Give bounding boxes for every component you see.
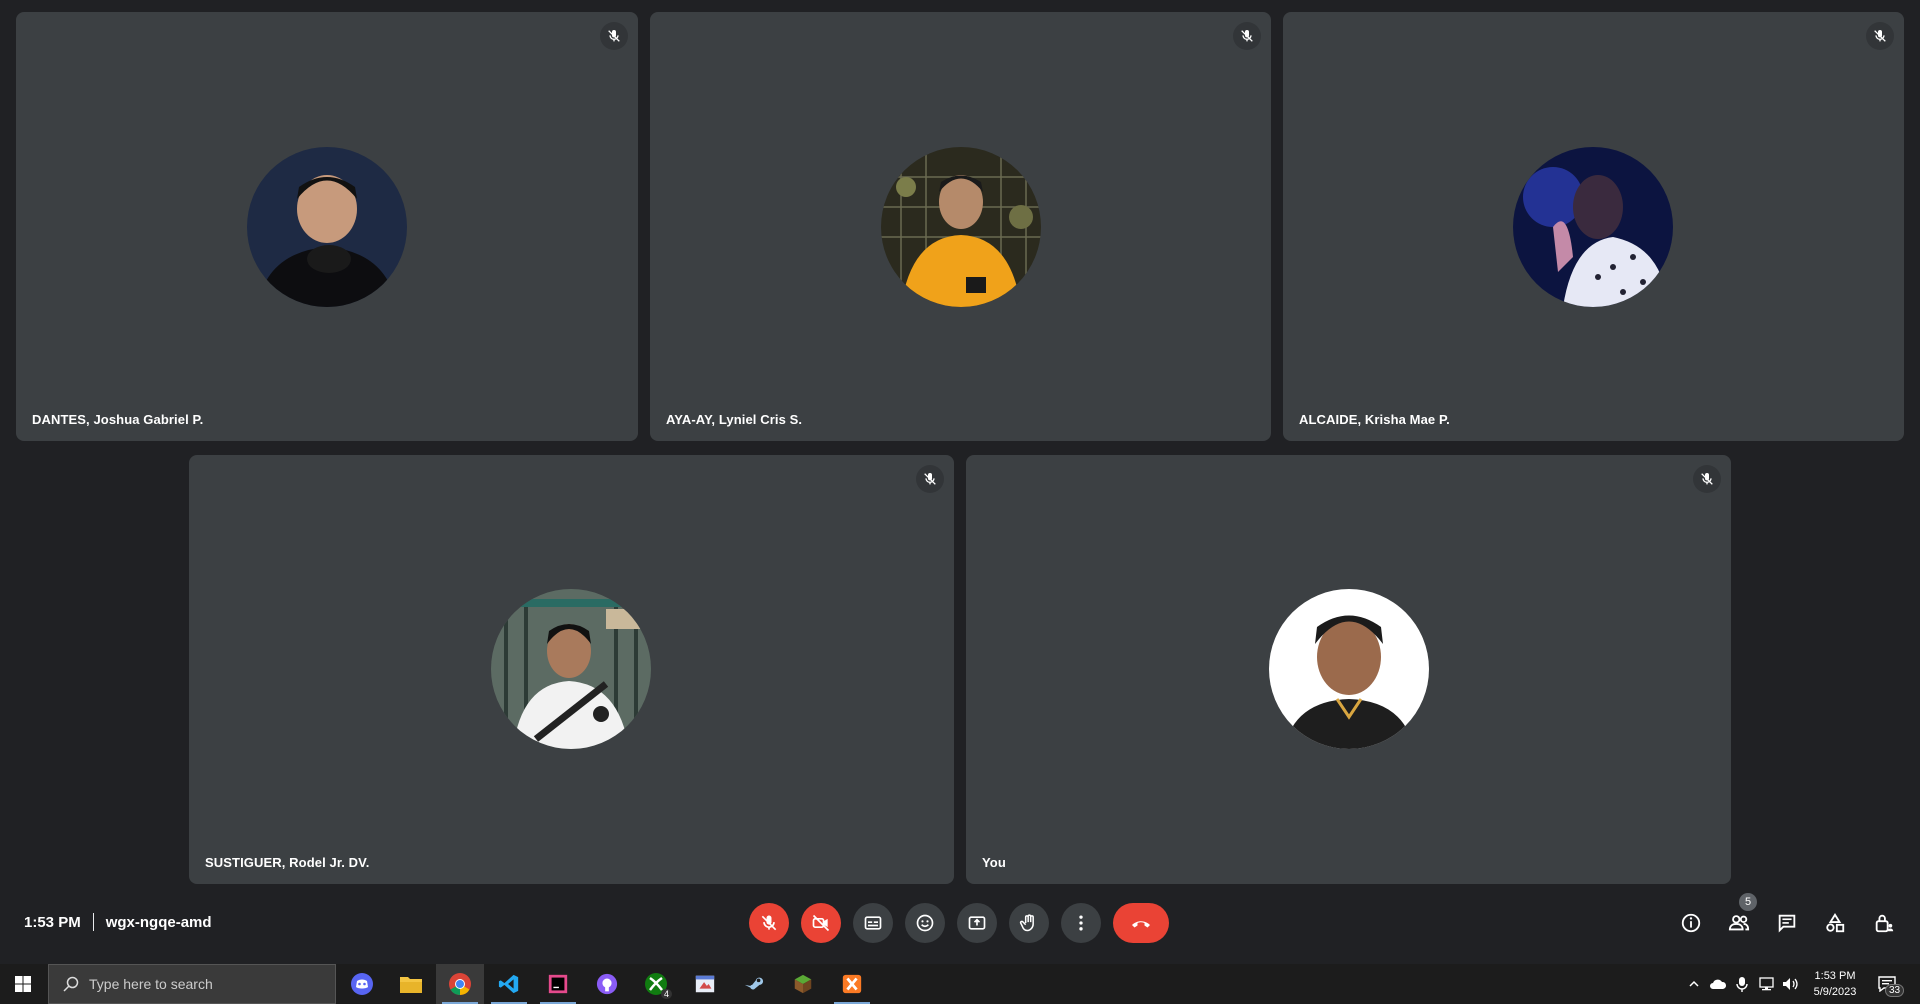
participant-tile-self[interactable]: You — [966, 455, 1731, 884]
activities-shapes-icon — [1826, 913, 1845, 933]
clock-time: 1:53 PM — [1814, 970, 1856, 982]
mic-off-icon — [1233, 22, 1261, 50]
participant-name: ALCAIDE, Krisha Mae P. — [1299, 412, 1450, 427]
vscode-icon — [498, 974, 519, 994]
taskbar-clock[interactable]: 1:53 PM 5/9/2023 — [1800, 968, 1870, 1000]
participant-tile[interactable]: DANTES, Joshua Gabriel P. — [16, 12, 638, 441]
clock-date: 5/9/2023 — [1813, 986, 1857, 998]
lock-person-icon — [1875, 914, 1894, 933]
participant-tile[interactable]: ALCAIDE, Krisha Mae P. — [1283, 12, 1904, 441]
notification-badge: 4 — [660, 989, 672, 999]
network-tray[interactable] — [1756, 964, 1778, 1004]
taskbar-app-xampp[interactable] — [828, 964, 876, 1004]
host-controls-button[interactable] — [1864, 903, 1904, 943]
participant-name: DANTES, Joshua Gabriel P. — [32, 412, 204, 427]
participant-avatar — [1513, 147, 1673, 307]
discord-icon — [351, 973, 373, 995]
cloud-icon — [1710, 979, 1727, 989]
participant-tile[interactable]: SUSTIGUER, Rodel Jr. DV. — [189, 455, 954, 884]
folder-icon — [400, 977, 422, 993]
xampp-icon — [842, 974, 862, 994]
notification-count-badge: 33 — [1885, 984, 1905, 997]
participant-avatar — [1269, 589, 1429, 749]
minecraft-grass-block-icon — [794, 974, 812, 994]
mic-off-icon — [1866, 22, 1894, 50]
microphone-toggle-button[interactable] — [749, 903, 789, 943]
people-count-badge: 5 — [1739, 893, 1757, 911]
more-options-button[interactable] — [1061, 903, 1101, 943]
windows-logo-icon — [15, 976, 31, 992]
network-icon — [1759, 977, 1774, 991]
emoji-icon — [916, 914, 934, 932]
taskbar-app-xbox[interactable]: 4 — [632, 964, 680, 1004]
participant-name: AYA-AY, Lyniel Cris S. — [666, 412, 803, 427]
reactions-button[interactable] — [905, 903, 945, 943]
raise-hand-icon — [1019, 914, 1034, 932]
participant-avatar — [247, 147, 407, 307]
taskbar-app-steam[interactable] — [730, 964, 778, 1004]
paint-icon — [695, 975, 715, 993]
participant-name: You — [982, 855, 1006, 870]
present-now-button[interactable] — [957, 903, 997, 943]
intellij-icon — [548, 974, 568, 994]
volume-tray[interactable] — [1780, 964, 1802, 1004]
participant-name: SUSTIGUER, Rodel Jr. DV. — [205, 855, 370, 870]
windows-taskbar: Type here to search 4 1:53 PM 5/9/2023 3… — [0, 964, 1920, 1004]
camera-toggle-button[interactable] — [801, 903, 841, 943]
activities-button[interactable] — [1815, 903, 1855, 943]
taskbar-app-github-desktop[interactable] — [583, 964, 631, 1004]
taskbar-app-paint[interactable] — [681, 964, 729, 1004]
end-call-icon — [1132, 921, 1150, 928]
taskbar-app-vscode[interactable] — [485, 964, 533, 1004]
search-icon — [63, 976, 79, 992]
leave-call-button[interactable] — [1113, 903, 1169, 943]
taskbar-app-jetbrains[interactable] — [534, 964, 582, 1004]
chat-button[interactable] — [1767, 903, 1807, 943]
onedrive-tray[interactable] — [1707, 964, 1729, 1004]
divider — [92, 913, 94, 931]
chat-icon — [1778, 914, 1796, 933]
participant-avatar — [881, 147, 1041, 307]
microphone-off-icon — [761, 915, 777, 931]
people-button[interactable]: 5 — [1719, 893, 1759, 943]
meeting-code[interactable]: wgx-ngqe-amd — [106, 914, 212, 931]
mic-off-icon — [1693, 465, 1721, 493]
github-icon — [596, 973, 618, 995]
people-icon — [1728, 915, 1750, 931]
captions-button[interactable] — [853, 903, 893, 943]
start-button[interactable] — [0, 964, 46, 1004]
present-screen-icon — [968, 916, 986, 930]
camera-off-icon — [812, 914, 830, 932]
taskbar-search-box[interactable]: Type here to search — [48, 964, 336, 1004]
info-icon — [1681, 913, 1701, 933]
raise-hand-button[interactable] — [1009, 903, 1049, 943]
microphone-icon — [1736, 977, 1748, 992]
chevron-up-icon — [1689, 980, 1699, 987]
mic-off-icon — [600, 22, 628, 50]
chrome-icon — [449, 973, 471, 995]
taskbar-app-file-explorer[interactable] — [387, 964, 435, 1004]
taskbar-app-chrome[interactable] — [436, 964, 484, 1004]
meeting-control-bar: 1:53 PM wgx-ngqe-amd 5 — [0, 893, 1920, 953]
speaker-icon — [1783, 978, 1798, 990]
steam-icon — [744, 977, 764, 990]
taskbar-app-discord[interactable] — [338, 964, 386, 1004]
search-placeholder: Type here to search — [89, 976, 213, 992]
show-hidden-icons-button[interactable] — [1685, 964, 1703, 1004]
meeting-info: 1:53 PM wgx-ngqe-amd — [24, 913, 212, 931]
meeting-details-button[interactable] — [1671, 903, 1711, 943]
participant-avatar — [491, 589, 651, 749]
captions-icon — [864, 916, 882, 930]
taskbar-app-minecraft[interactable] — [779, 964, 827, 1004]
mic-off-icon — [916, 465, 944, 493]
more-options-icon — [1079, 915, 1083, 931]
meeting-stage: DANTES, Joshua Gabriel P. AYA-AY, Lyniel… — [0, 0, 1920, 948]
microphone-tray[interactable] — [1732, 964, 1752, 1004]
meeting-time: 1:53 PM — [24, 913, 81, 931]
participant-tile[interactable]: AYA-AY, Lyniel Cris S. — [650, 12, 1271, 441]
